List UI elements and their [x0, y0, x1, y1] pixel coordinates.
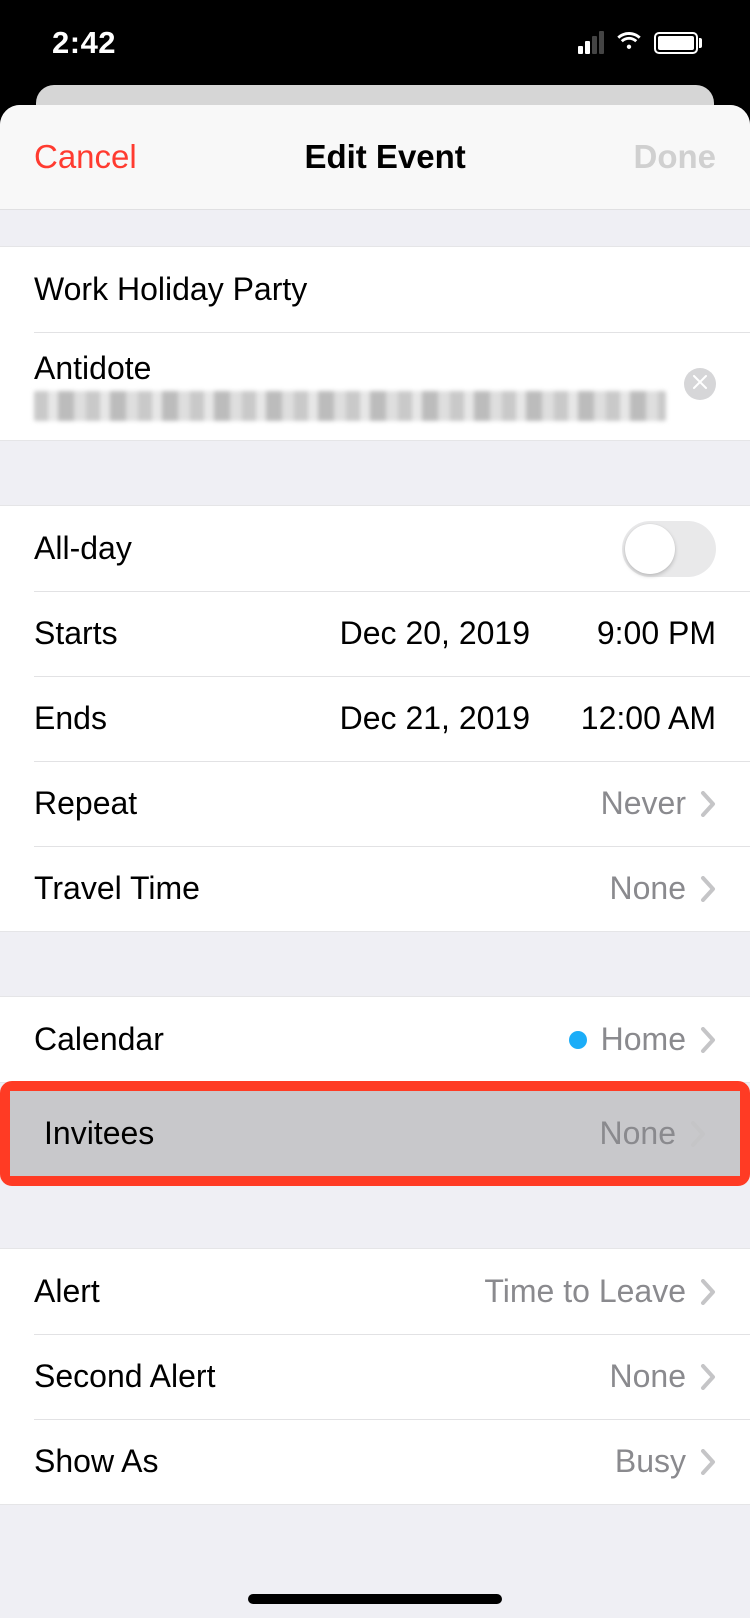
invitees-group: Invitees None	[0, 1081, 750, 1186]
show-as-row[interactable]: Show As Busy	[0, 1419, 750, 1504]
event-title-input[interactable]	[34, 271, 716, 308]
status-bar: 2:42	[0, 0, 750, 85]
second-alert-label: Second Alert	[34, 1358, 215, 1395]
clear-location-button[interactable]	[684, 368, 716, 400]
cancel-button[interactable]: Cancel	[34, 138, 137, 176]
chevron-right-icon	[690, 1121, 706, 1147]
location-name: Antidote	[34, 350, 666, 387]
repeat-label: Repeat	[34, 785, 137, 822]
location-address-redacted	[34, 391, 666, 421]
status-time: 2:42	[52, 25, 116, 61]
wifi-icon	[614, 29, 644, 56]
cellular-signal-icon	[578, 31, 604, 54]
form-content[interactable]: Antidote All-day Starts	[0, 210, 750, 1618]
toggle-knob	[625, 524, 675, 574]
chevron-right-icon	[700, 1027, 716, 1053]
starts-time: 9:00 PM	[566, 615, 716, 652]
calendar-color-dot	[569, 1031, 587, 1049]
title-row[interactable]	[0, 247, 750, 332]
home-indicator[interactable]	[248, 1594, 502, 1604]
page-title: Edit Event	[304, 138, 465, 176]
nav-header: Cancel Edit Event Done	[0, 105, 750, 210]
chevron-right-icon	[700, 876, 716, 902]
close-icon	[693, 375, 707, 394]
travel-time-label: Travel Time	[34, 870, 200, 907]
calendar-group: Calendar Home	[0, 996, 750, 1083]
alert-value: Time to Leave	[484, 1273, 686, 1310]
all-day-toggle[interactable]	[622, 521, 716, 577]
done-button[interactable]: Done	[634, 138, 717, 176]
chevron-right-icon	[700, 1279, 716, 1305]
repeat-row[interactable]: Repeat Never	[0, 761, 750, 846]
ends-date: Dec 21, 2019	[340, 700, 530, 737]
all-day-label: All-day	[34, 530, 132, 567]
alert-group: Alert Time to Leave Second Alert None Sh…	[0, 1248, 750, 1505]
chevron-right-icon	[700, 1449, 716, 1475]
calendar-value: Home	[601, 1021, 686, 1058]
status-icons	[578, 29, 702, 56]
calendar-row[interactable]: Calendar Home	[0, 997, 750, 1082]
title-location-group: Antidote	[0, 246, 750, 441]
starts-row[interactable]: Starts Dec 20, 2019 9:00 PM	[0, 591, 750, 676]
show-as-label: Show As	[34, 1443, 159, 1480]
edit-event-sheet: Cancel Edit Event Done Antidote	[0, 105, 750, 1618]
ends-row[interactable]: Ends Dec 21, 2019 12:00 AM	[0, 676, 750, 761]
chevron-right-icon	[700, 791, 716, 817]
invitees-label: Invitees	[44, 1115, 154, 1152]
highlight-annotation: Invitees None	[0, 1081, 750, 1186]
second-alert-value: None	[610, 1358, 687, 1395]
invitees-row[interactable]: Invitees None	[10, 1091, 740, 1176]
battery-icon	[654, 32, 702, 54]
time-group: All-day Starts Dec 20, 2019 9:00 PM Ends…	[0, 505, 750, 932]
travel-time-value: None	[610, 870, 687, 907]
invitees-value: None	[600, 1115, 677, 1152]
location-row[interactable]: Antidote	[0, 332, 750, 440]
alert-label: Alert	[34, 1273, 100, 1310]
travel-time-row[interactable]: Travel Time None	[0, 846, 750, 931]
ends-time: 12:00 AM	[566, 700, 716, 737]
calendar-label: Calendar	[34, 1021, 164, 1058]
second-alert-row[interactable]: Second Alert None	[0, 1334, 750, 1419]
starts-label: Starts	[34, 615, 118, 652]
ends-label: Ends	[34, 700, 107, 737]
all-day-row[interactable]: All-day	[0, 506, 750, 591]
chevron-right-icon	[700, 1364, 716, 1390]
alert-row[interactable]: Alert Time to Leave	[0, 1249, 750, 1334]
show-as-value: Busy	[615, 1443, 686, 1480]
repeat-value: Never	[601, 785, 686, 822]
starts-date: Dec 20, 2019	[340, 615, 530, 652]
